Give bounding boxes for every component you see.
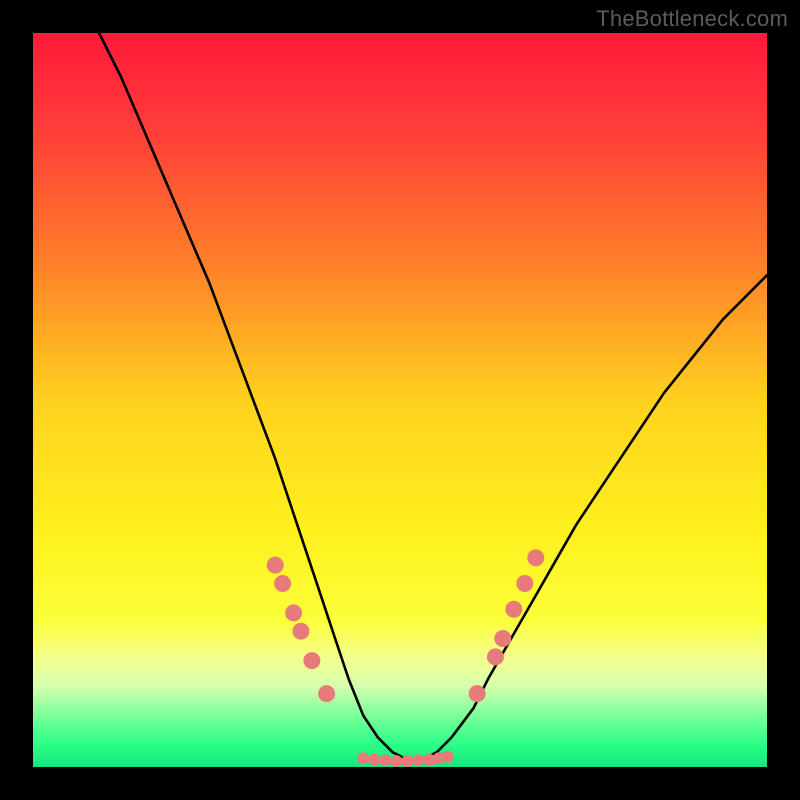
black-frame xyxy=(33,33,767,767)
marker-left-5 xyxy=(318,685,335,702)
marker-bottom-8 xyxy=(442,751,454,763)
marker-right-0 xyxy=(469,685,486,702)
marker-left-0 xyxy=(267,557,284,574)
watermark-text: TheBottleneck.com xyxy=(596,6,788,32)
marker-right-4 xyxy=(516,575,533,592)
marker-right-2 xyxy=(494,630,511,647)
marker-bottom-5 xyxy=(412,754,424,766)
marker-bottom-1 xyxy=(368,754,380,766)
marker-bottom-3 xyxy=(390,755,402,767)
marker-right-3 xyxy=(505,601,522,618)
marker-bottom-2 xyxy=(379,754,391,766)
marker-right-1 xyxy=(487,648,504,665)
marker-bottom-0 xyxy=(357,752,369,764)
marker-right-5 xyxy=(527,549,544,566)
marker-left-2 xyxy=(285,604,302,621)
marker-left-4 xyxy=(303,652,320,669)
marker-bottom-4 xyxy=(401,755,413,767)
marker-left-1 xyxy=(274,575,291,592)
chart-svg xyxy=(33,33,767,767)
marker-left-3 xyxy=(292,623,309,640)
bottleneck-curve xyxy=(99,33,767,760)
